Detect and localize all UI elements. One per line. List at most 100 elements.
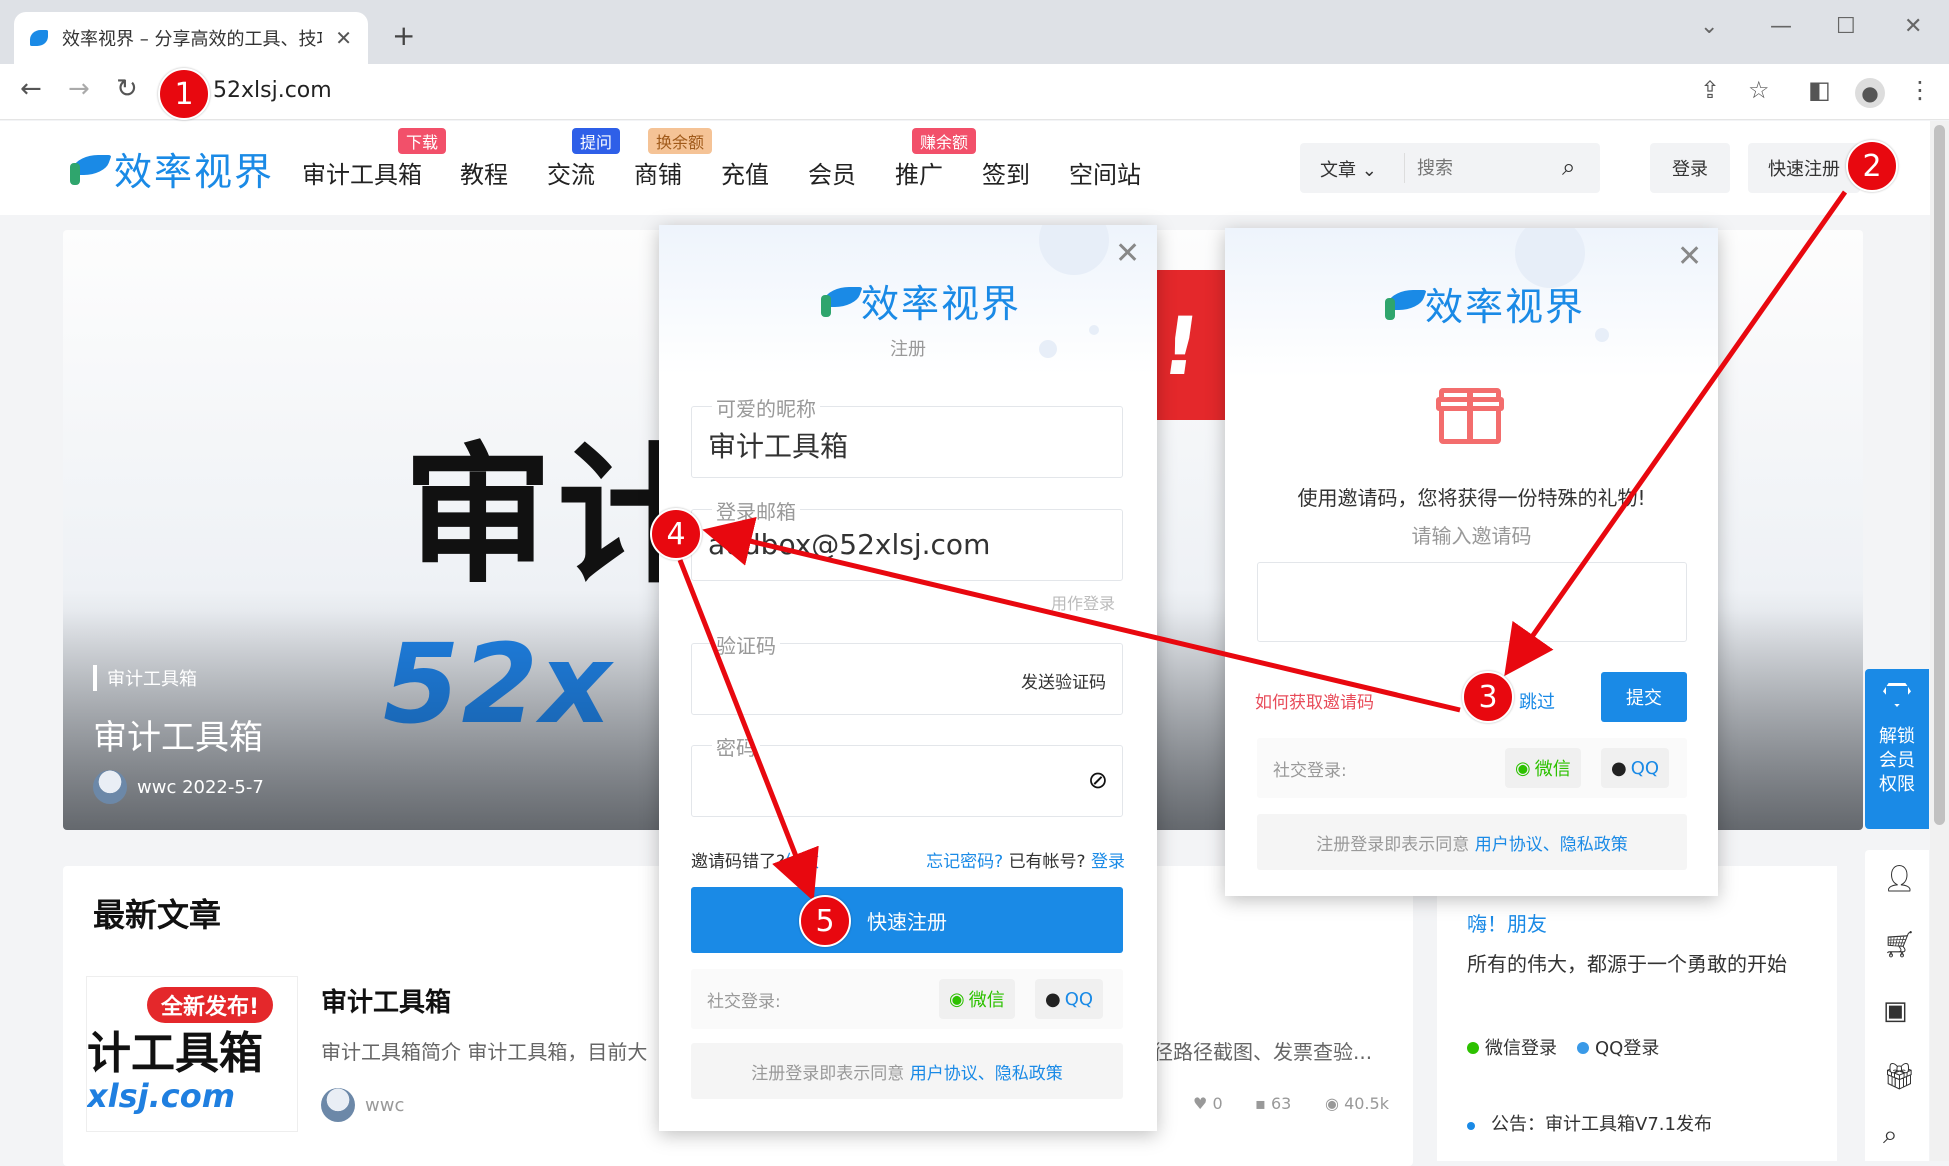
- quick-register-submit-button[interactable]: 快速注册: [691, 887, 1123, 953]
- forward-icon[interactable]: →: [68, 76, 90, 102]
- eye-off-icon[interactable]: ⊘: [1088, 766, 1108, 794]
- search-input[interactable]: [1404, 153, 1554, 183]
- qq-login-button[interactable]: ● QQ: [1035, 979, 1104, 1019]
- minimize-icon[interactable]: —: [1770, 14, 1792, 39]
- privacy-policy-link[interactable]: 隐私政策: [1560, 830, 1628, 855]
- invite-social-login: 社交登录: ◉ 微信 ● QQ: [1257, 738, 1687, 798]
- article-excerpt-tail: 径路径截图、发票查验...: [1153, 1040, 1373, 1064]
- back-icon[interactable]: ←: [20, 76, 42, 102]
- user-agreement-link[interactable]: 用户协议: [1475, 830, 1543, 855]
- hero-author-name: wwc: [137, 776, 177, 798]
- notice-card: 公告：审计工具箱V7.1发布: [1437, 1080, 1837, 1161]
- thumb-line1: 计工具箱: [87, 1028, 263, 1079]
- menu-kebab-icon[interactable]: ⋮: [1908, 78, 1932, 102]
- tab-close-icon[interactable]: ✕: [335, 26, 352, 50]
- search-icon[interactable]: ⌕: [1883, 1120, 1898, 1151]
- nav-community[interactable]: 交流: [547, 155, 595, 190]
- new-tab-icon[interactable]: +: [392, 22, 415, 50]
- nav-space-station[interactable]: 空间站: [1069, 155, 1141, 190]
- wechat-login-button[interactable]: ◉ 微信: [1505, 748, 1581, 788]
- wechat-icon: ◉: [1515, 757, 1531, 779]
- forgot-password-link[interactable]: 忘记密码?: [926, 852, 1003, 872]
- invite-agreement: 注册登录即表示同意 用户协议、隐私政策: [1257, 814, 1687, 870]
- invite-logo: 效率视界: [1381, 276, 1585, 331]
- register-logo: 效率视界: [817, 273, 1021, 328]
- email-field[interactable]: 登录邮箱 audbox@52xlsj.com: [691, 496, 1123, 581]
- favicon-icon: [30, 30, 48, 46]
- nickname-field[interactable]: 可爱的昵称 审计工具箱: [691, 393, 1123, 478]
- annotation-marker-4: 4: [650, 508, 702, 560]
- hero-date: 2022-5-7: [182, 776, 264, 798]
- qq-login-button[interactable]: ● QQ: [1601, 748, 1670, 788]
- invite-submit-button[interactable]: 提交: [1601, 672, 1687, 722]
- avatar: [93, 770, 127, 804]
- invite-code-input[interactable]: [1257, 562, 1687, 642]
- modify-invite-link[interactable]: 修改: [785, 852, 819, 872]
- annotation-marker-3: 3: [1462, 671, 1514, 723]
- nav-audit-toolbox[interactable]: 审计工具箱: [302, 155, 422, 190]
- nav-checkin[interactable]: 签到: [982, 155, 1030, 190]
- cart-icon[interactable]: 🛒︎: [1883, 930, 1916, 960]
- privacy-policy-link[interactable]: 隐私政策: [995, 1059, 1063, 1084]
- browser-tab[interactable]: 效率视界 – 分享高效的工具、技巧 ✕: [14, 12, 368, 64]
- login-link[interactable]: 登录: [1091, 852, 1125, 872]
- tab-search-icon[interactable]: ⌄: [1700, 14, 1718, 39]
- register-close-icon[interactable]: ✕: [1115, 239, 1140, 269]
- bookmark-star-icon[interactable]: ☆: [1748, 78, 1770, 102]
- tab-title: 效率视界 – 分享高效的工具、技巧: [62, 29, 322, 50]
- gift-icon[interactable]: 🎁︎: [1883, 1062, 1916, 1092]
- eye-icon: ◉: [1325, 1094, 1339, 1113]
- send-code-button[interactable]: 发送验证码: [1021, 668, 1106, 693]
- profile-icon[interactable]: ●: [1855, 78, 1885, 108]
- how-to-get-invite-link[interactable]: 如何获取邀请码: [1255, 688, 1374, 713]
- nav-badge-earn: 赚余额: [912, 128, 977, 154]
- share-icon[interactable]: ⇪: [1700, 78, 1720, 102]
- hero-category[interactable]: 审计工具箱: [93, 665, 197, 691]
- nav-badge-download: 下载: [398, 128, 447, 154]
- notice-item[interactable]: 公告：审计工具箱V7.1发布: [1467, 1110, 1712, 1136]
- ticket-icon[interactable]: ▣: [1883, 996, 1908, 1026]
- unlock-membership-button[interactable]: 解锁 会员 权限: [1865, 669, 1929, 829]
- password-field[interactable]: 密码 ⊘: [691, 732, 1123, 817]
- skip-button[interactable]: 跳过: [1519, 688, 1555, 714]
- invite-prompt: 请输入邀请码: [1411, 524, 1532, 548]
- nav-promote[interactable]: 推广: [895, 155, 943, 190]
- verification-code-field[interactable]: 验证码 发送验证码: [691, 630, 1123, 715]
- article-thumbnail[interactable]: 全新发布! 计工具箱 xlsj.com: [86, 976, 298, 1132]
- diamond-icon: [1883, 683, 1911, 707]
- reload-icon[interactable]: ↻: [116, 76, 138, 102]
- register-agreement: 注册登录即表示同意 用户协议、隐私政策: [691, 1043, 1123, 1099]
- comments-count: ▪ 63: [1255, 1094, 1292, 1113]
- social-login-card: 微信登录 QQ登录: [1437, 1010, 1837, 1080]
- sidepanel-icon[interactable]: ◧: [1808, 78, 1831, 102]
- site-logo[interactable]: 效率视界: [66, 141, 274, 196]
- email-hint: 用作登录: [1051, 594, 1116, 613]
- close-window-icon[interactable]: ✕: [1904, 14, 1922, 39]
- article-title[interactable]: 审计工具箱: [321, 982, 451, 1019]
- article-author[interactable]: wwc: [321, 1088, 404, 1122]
- login-button[interactable]: 登录: [1650, 143, 1730, 193]
- search-category-select[interactable]: 文章 ⌄: [1320, 156, 1377, 182]
- invite-modal: ✕ 效率视界 使用邀请码，您将获得一份特殊的礼物! 请输入邀请码 如何获取邀请码…: [1225, 228, 1718, 896]
- invite-close-icon[interactable]: ✕: [1677, 242, 1702, 272]
- search-icon[interactable]: ⌕: [1562, 153, 1575, 181]
- maximize-icon[interactable]: ☐: [1836, 14, 1856, 39]
- nav-tutorial[interactable]: 教程: [460, 155, 508, 190]
- hero-title[interactable]: 审计工具箱: [93, 710, 263, 759]
- quick-register-button[interactable]: 快速注册: [1748, 143, 1860, 193]
- nav-membership[interactable]: 会员: [808, 155, 856, 190]
- floating-toolbar: 👤︎ 🛒︎ ▣ 🎁︎ ⌕: [1865, 850, 1929, 1161]
- logo-text: 效率视界: [114, 150, 275, 194]
- wechat-login-link[interactable]: 微信登录: [1467, 1034, 1557, 1060]
- wechat-login-button[interactable]: ◉ 微信: [939, 979, 1015, 1019]
- user-icon[interactable]: 👤︎: [1883, 864, 1916, 894]
- scrollbar-thumb[interactable]: [1934, 125, 1945, 825]
- site-header: 效率视界 审计工具箱 下载 教程 交流 提问 商铺 换余额 充值 会员 推广 赚…: [0, 121, 1930, 215]
- url-field[interactable]: 52xlsj.com: [213, 78, 332, 103]
- qq-login-link[interactable]: QQ登录: [1577, 1034, 1659, 1060]
- thumb-line2: xlsj.com: [87, 1077, 236, 1115]
- nav-shop[interactable]: 商铺: [634, 155, 682, 190]
- wechat-icon: ◉: [949, 988, 965, 1010]
- nav-recharge[interactable]: 充值: [721, 155, 769, 190]
- user-agreement-link[interactable]: 用户协议: [910, 1059, 978, 1084]
